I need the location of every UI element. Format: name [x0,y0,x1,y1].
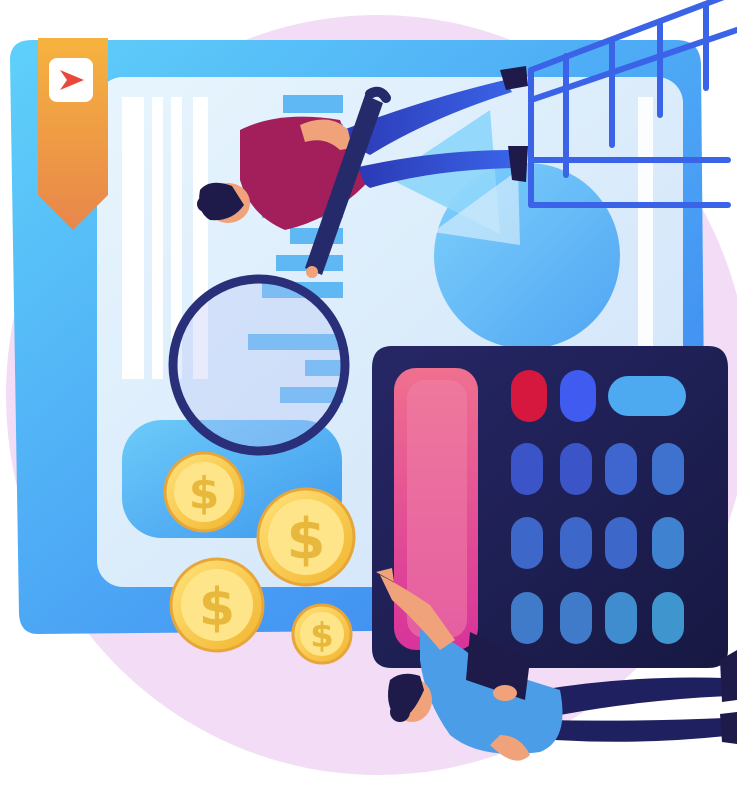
coin-symbol: $ [287,507,326,572]
coin-symbol: $ [189,468,220,519]
bookmark-tag [38,38,108,230]
finance-analysis-illustration: $ $ $ $ [6,0,737,775]
coin-symbol: $ [310,616,334,656]
coin-symbol: $ [199,578,235,638]
